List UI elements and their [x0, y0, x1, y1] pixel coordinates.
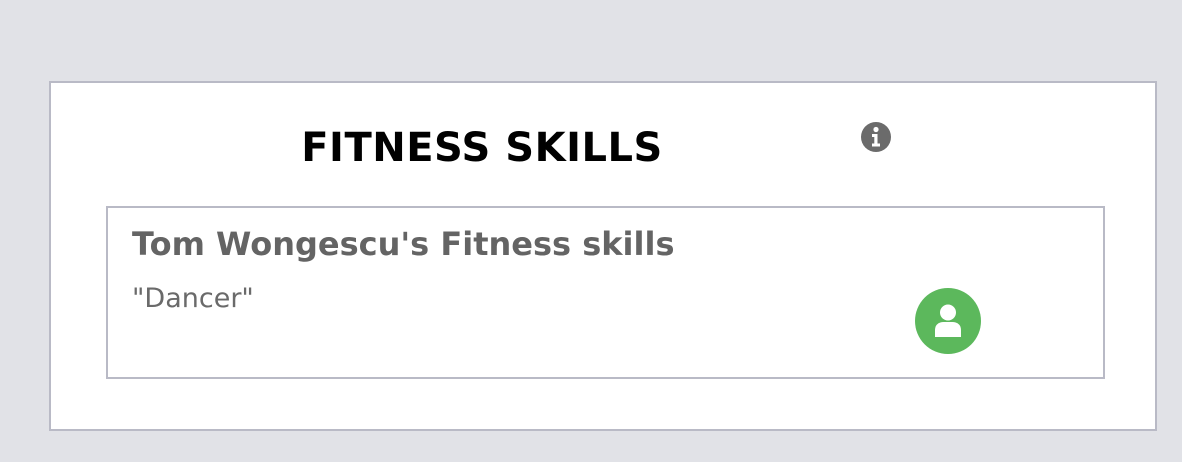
- skill-heading: Tom Wongescu's Fitness skills: [132, 225, 675, 263]
- card-title: FITNESS SKILLS: [301, 125, 663, 171]
- fitness-skills-card: FITNESS SKILLS Tom Wongescu's Fitness sk…: [49, 81, 1157, 431]
- profile-button[interactable]: [915, 288, 981, 354]
- user-icon: [935, 304, 961, 337]
- skill-entry: Tom Wongescu's Fitness skills "Dancer": [106, 206, 1105, 379]
- info-icon[interactable]: [860, 121, 892, 153]
- skill-value: "Dancer": [132, 283, 254, 314]
